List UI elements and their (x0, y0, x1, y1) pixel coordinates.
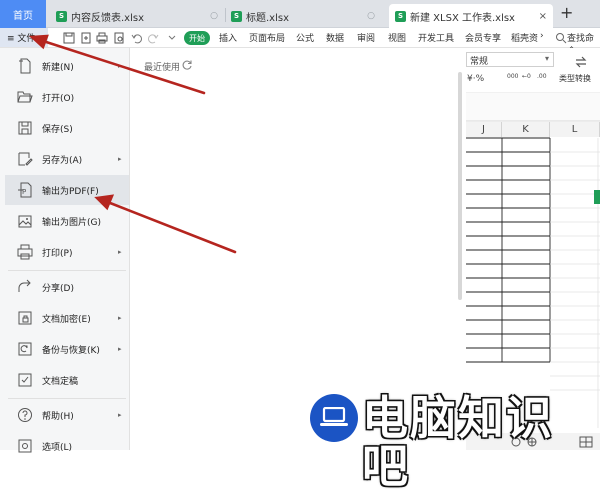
watermark-logo (310, 394, 358, 442)
annotation-arrows (28, 34, 237, 254)
watermark-text: 电脑知识吧 (362, 391, 554, 493)
laptop-icon (320, 407, 348, 426)
